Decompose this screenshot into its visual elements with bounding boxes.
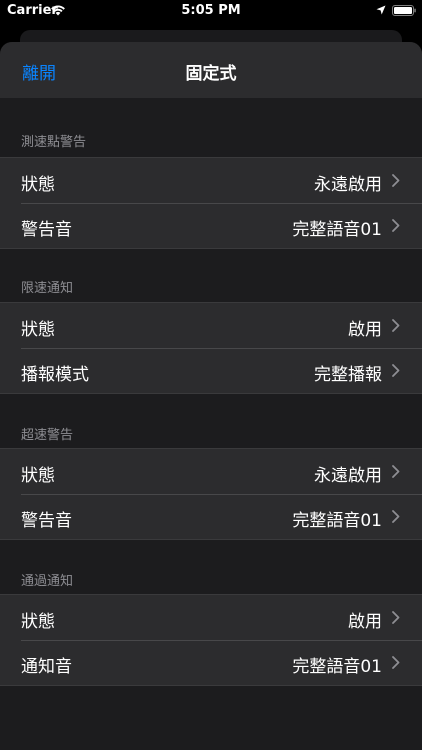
row-value: 完整語音01 xyxy=(292,220,382,240)
chevron-right-icon xyxy=(392,510,400,523)
status-bar: Carrier 5:05 PM xyxy=(0,0,422,24)
section-group-speed-camera: 狀態 永遠啟用 警告音 完整語音01 xyxy=(0,157,422,249)
section-header-overspeed: 超速警告 xyxy=(21,428,74,443)
row-status[interactable]: 狀態 啟用 xyxy=(0,595,422,640)
row-warning-sound[interactable]: 警告音 完整語音01 xyxy=(0,203,422,248)
chevron-right-icon xyxy=(392,364,400,377)
row-value: 完整語音01 xyxy=(292,657,382,677)
chevron-right-icon xyxy=(392,174,400,187)
row-status[interactable]: 狀態 永遠啟用 xyxy=(0,449,422,494)
section-group-overspeed: 狀態 永遠啟用 警告音 完整語音01 xyxy=(0,448,422,540)
row-label: 通知音 xyxy=(21,657,72,677)
chevron-right-icon xyxy=(392,656,400,669)
row-label: 狀態 xyxy=(21,612,55,632)
row-value: 啟用 xyxy=(348,320,382,340)
clock-time: 5:05 PM xyxy=(181,3,241,18)
chevron-right-icon xyxy=(392,219,400,232)
row-label: 狀態 xyxy=(21,175,55,195)
row-label: 狀態 xyxy=(21,466,55,486)
section-header-speed-camera: 測速點警告 xyxy=(21,135,87,150)
location-arrow-icon xyxy=(376,5,386,15)
row-warning-sound[interactable]: 警告音 完整語音01 xyxy=(0,494,422,539)
section-header-speed-limit: 限速通知 xyxy=(21,281,74,296)
row-label: 播報模式 xyxy=(21,365,89,385)
navigation-bar: 離開 固定式 xyxy=(0,42,422,98)
settings-sheet: 離開 固定式 測速點警告 狀態 永遠啟用 警告音 完整語音01 限速通知 狀態 … xyxy=(0,42,422,750)
row-value: 完整播報 xyxy=(314,365,382,385)
row-value: 啟用 xyxy=(348,612,382,632)
battery-full-icon xyxy=(392,5,416,16)
chevron-right-icon xyxy=(392,611,400,624)
row-announce-mode[interactable]: 播報模式 完整播報 xyxy=(0,348,422,393)
row-label: 狀態 xyxy=(21,320,55,340)
row-label: 警告音 xyxy=(21,220,72,240)
chevron-right-icon xyxy=(392,465,400,478)
section-group-speed-limit: 狀態 啟用 播報模式 完整播報 xyxy=(0,302,422,394)
row-value: 完整語音01 xyxy=(292,511,382,531)
chevron-right-icon xyxy=(392,319,400,332)
section-header-pass-notice: 通過通知 xyxy=(21,574,74,589)
section-group-pass-notice: 狀態 啟用 通知音 完整語音01 xyxy=(0,594,422,686)
row-value: 永遠啟用 xyxy=(314,175,382,195)
row-status[interactable]: 狀態 啟用 xyxy=(0,303,422,348)
row-value: 永遠啟用 xyxy=(314,466,382,486)
page-title: 固定式 xyxy=(185,64,237,84)
row-label: 警告音 xyxy=(21,511,72,531)
row-status[interactable]: 狀態 永遠啟用 xyxy=(0,158,422,203)
row-notice-sound[interactable]: 通知音 完整語音01 xyxy=(0,640,422,685)
